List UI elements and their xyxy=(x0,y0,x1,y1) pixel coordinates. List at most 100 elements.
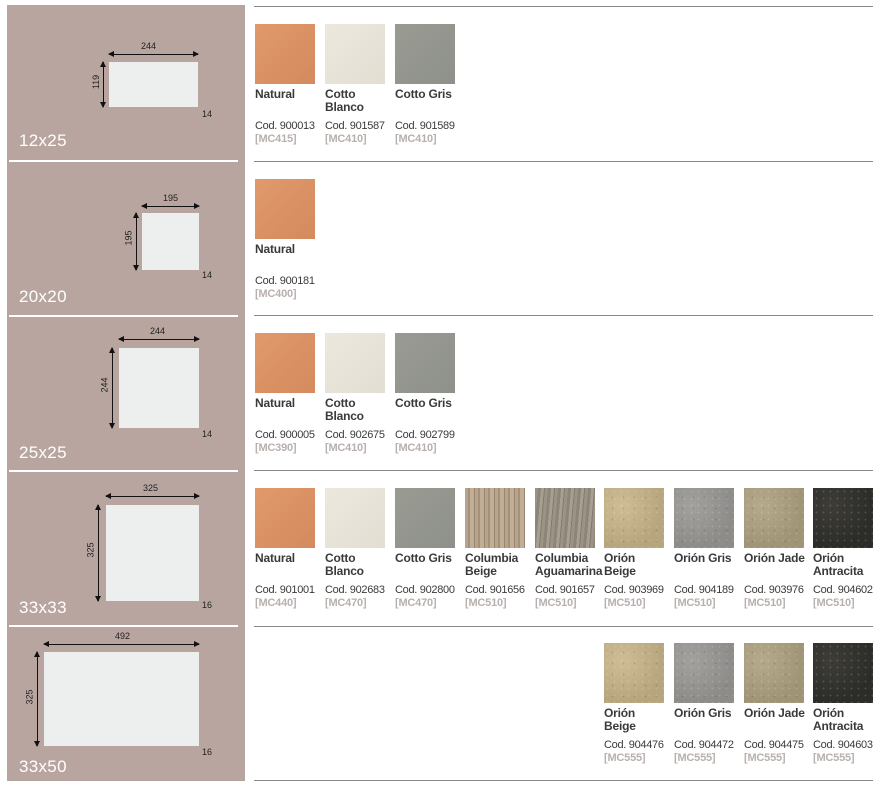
color-swatch xyxy=(604,643,664,703)
color-swatch xyxy=(395,488,455,548)
product-name: Orión Gris xyxy=(674,706,732,720)
width-arrow xyxy=(43,641,200,647)
width-arrow xyxy=(118,336,200,342)
product-code: Cod. 900181 xyxy=(255,275,315,287)
product-name: Orión Antracita xyxy=(813,706,864,733)
product-card[interactable]: Cotto Blanco Cod. 902675 [MC410] xyxy=(325,333,387,455)
product-ref: [MC400] xyxy=(255,288,297,300)
product-code: Cod. 901656 xyxy=(465,584,525,596)
row-divider xyxy=(254,626,873,627)
product-code: Cod. 903976 xyxy=(744,584,804,596)
product-ref: [MC510] xyxy=(535,597,577,609)
size-label: 25x25 xyxy=(19,443,67,462)
product-ref: [MC410] xyxy=(325,442,367,454)
product-ref: [MC410] xyxy=(325,133,367,145)
divider xyxy=(9,315,238,317)
product-code: Cod. 903969 xyxy=(604,584,664,596)
color-swatch xyxy=(325,333,385,393)
product-ref: [MC510] xyxy=(813,597,855,609)
color-swatch xyxy=(813,643,873,703)
product-ref: [MC555] xyxy=(813,752,855,764)
product-ref: [MC390] xyxy=(255,442,297,454)
product-ref: [MC555] xyxy=(674,752,716,764)
product-card[interactable]: Cotto Gris Cod. 902800 [MC470] xyxy=(395,488,457,610)
color-swatch xyxy=(535,488,595,548)
width-dimension: 325 xyxy=(143,483,159,493)
product-ref: [MC410] xyxy=(395,133,437,145)
product-name: Columbia Aguamarina xyxy=(535,551,603,578)
product-card[interactable]: Cotto Blanco Cod. 902683 [MC470] xyxy=(325,488,387,610)
product-name: Natural xyxy=(255,87,295,101)
width-dimension: 195 xyxy=(163,193,179,203)
color-swatch xyxy=(744,488,804,548)
width-arrow xyxy=(141,203,200,209)
product-card[interactable]: Natural Cod. 900181 [MC400] xyxy=(255,179,317,301)
height-dimension: 325 xyxy=(24,689,35,705)
product-card[interactable]: Natural Cod. 900005 [MC390] xyxy=(255,333,317,455)
thickness-dimension: 14 xyxy=(202,429,213,439)
product-name: Cotto Blanco xyxy=(325,551,364,578)
product-ref: [MC510] xyxy=(604,597,646,609)
product-name: Columbia Beige xyxy=(465,551,519,578)
thickness-dimension: 16 xyxy=(202,600,213,610)
product-card[interactable]: Cotto Gris Cod. 902799 [MC410] xyxy=(395,333,457,455)
size-label: 33x33 xyxy=(19,598,67,617)
product-ref: [MC510] xyxy=(744,597,786,609)
product-name: Orión Beige xyxy=(604,551,636,578)
product-name: Orión Antracita xyxy=(813,551,864,578)
height-dimension: 244 xyxy=(99,377,110,393)
product-ref: [MC510] xyxy=(674,597,716,609)
color-swatch xyxy=(255,488,315,548)
row-divider xyxy=(254,780,873,781)
product-ref: [MC415] xyxy=(255,133,297,145)
product-code: Cod. 904602 xyxy=(813,584,873,596)
tile-outline xyxy=(142,213,199,270)
product-card[interactable]: Orión Jade Cod. 904475 [MC555] xyxy=(744,643,806,765)
product-card[interactable]: Orión Gris Cod. 904189 [MC510] xyxy=(674,488,736,610)
product-code: Cod. 900005 xyxy=(255,429,315,441)
product-code: Cod. 904476 xyxy=(604,739,664,751)
product-code: Cod. 901587 xyxy=(325,120,385,132)
color-swatch xyxy=(395,333,455,393)
product-card[interactable]: Orión Jade Cod. 903976 [MC510] xyxy=(744,488,806,610)
thickness-dimension: 14 xyxy=(202,109,213,119)
height-dimension: 119 xyxy=(91,74,102,90)
product-card[interactable]: Columbia Aguamarina Cod. 901657 [MC510] xyxy=(535,488,603,610)
color-swatch xyxy=(325,488,385,548)
product-card[interactable]: Orión Antracita Cod. 904602 [MC510] xyxy=(813,488,875,610)
product-card[interactable]: Cotto Gris Cod. 901589 [MC410] xyxy=(395,24,457,146)
product-card[interactable]: Orión Beige Cod. 903969 [MC510] xyxy=(604,488,666,610)
product-card[interactable]: Natural Cod. 900013 [MC415] xyxy=(255,24,317,146)
color-swatch xyxy=(255,333,315,393)
product-code: Cod. 902800 xyxy=(395,584,455,596)
format-33x33: 325 325 16 33x33 xyxy=(7,473,245,625)
product-name: Natural xyxy=(255,551,295,565)
width-dimension: 244 xyxy=(141,41,157,51)
product-code: Cod. 901657 xyxy=(535,584,595,596)
product-card[interactable]: Natural Cod. 901001 [MC440] xyxy=(255,488,317,610)
format-12x25: 244 119 14 12x25 xyxy=(7,5,245,161)
product-ref: [MC510] xyxy=(465,597,507,609)
product-code: Cod. 904472 xyxy=(674,739,734,751)
row-divider xyxy=(254,6,873,7)
color-swatch xyxy=(674,643,734,703)
product-card[interactable]: Cotto Blanco Cod. 901587 [MC410] xyxy=(325,24,387,146)
height-arrow xyxy=(100,61,106,108)
size-label: 20x20 xyxy=(19,287,67,306)
width-arrow xyxy=(105,493,200,499)
width-dimension: 492 xyxy=(115,631,131,641)
product-code: Cod. 902799 xyxy=(395,429,455,441)
product-name: Orión Jade xyxy=(744,706,805,720)
product-card[interactable]: Orión Beige Cod. 904476 [MC555] xyxy=(604,643,666,765)
product-card[interactable]: Orión Gris Cod. 904472 [MC555] xyxy=(674,643,736,765)
product-name: Natural xyxy=(255,396,295,410)
product-ref: [MC555] xyxy=(604,752,646,764)
product-name: Natural xyxy=(255,242,295,256)
product-card[interactable]: Columbia Beige Cod. 901656 [MC510] xyxy=(465,488,527,610)
product-code: Cod. 901589 xyxy=(395,120,455,132)
product-card[interactable]: Orión Antracita Cod. 904603 [MC555] xyxy=(813,643,875,765)
product-name: Cotto Blanco xyxy=(325,396,364,423)
row-divider xyxy=(254,315,873,316)
color-swatch xyxy=(674,488,734,548)
product-ref: [MC470] xyxy=(395,597,437,609)
